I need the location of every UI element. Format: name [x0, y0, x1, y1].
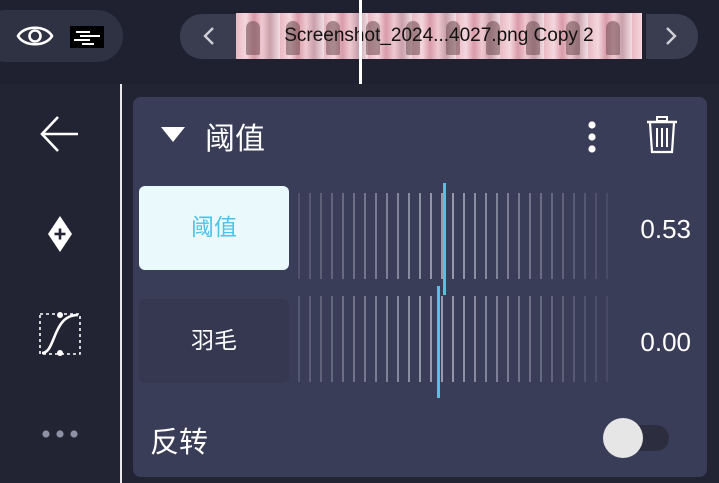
ruler-tick: [540, 296, 542, 382]
ruler-tick: [386, 296, 388, 382]
collapse-triangle-icon[interactable]: [161, 127, 185, 143]
ruler-indicator[interactable]: [436, 286, 440, 398]
ruler-tick: [419, 296, 421, 382]
layer-thumbnail: [70, 26, 104, 48]
ruler-tick: [496, 193, 498, 279]
ruler-tick: [474, 193, 476, 279]
feather-ruler-slider[interactable]: [298, 286, 608, 398]
ruler-tick: [430, 296, 432, 382]
ruler-tick: [485, 193, 487, 279]
ruler-tick: [452, 193, 454, 279]
ruler-tick: [320, 193, 322, 279]
more-vertical-icon[interactable]: [580, 117, 604, 157]
ruler-tick: [463, 296, 465, 382]
ruler-tick: [408, 193, 410, 279]
ruler-tick: [309, 296, 311, 382]
ruler-tick: [397, 193, 399, 279]
ellipsis-icon[interactable]: [30, 404, 90, 464]
ruler-tick: [430, 193, 432, 279]
ruler-indicator[interactable]: [442, 183, 446, 295]
ruler-tick: [584, 193, 586, 279]
ruler-tick: [397, 296, 399, 382]
ruler-tick: [606, 296, 608, 382]
ruler-tick: [485, 296, 487, 382]
chevron-right-icon: [666, 27, 677, 45]
ruler-tick: [551, 296, 553, 382]
clip-label: Screenshot_2024...4027.png Copy 2: [284, 25, 594, 46]
invert-label: 反转: [150, 425, 209, 459]
ruler-tick: [518, 296, 520, 382]
toolbar-divider: [120, 84, 122, 483]
ruler-tick: [408, 296, 410, 382]
clip-filmstrip[interactable]: Screenshot_2024...4027.png Copy 2: [236, 13, 642, 59]
ruler-tick: [562, 193, 564, 279]
ruler-tick: [551, 193, 553, 279]
timeline-playhead[interactable]: [359, 0, 362, 84]
panel-title: 阈值: [205, 122, 265, 157]
ruler-tick: [562, 296, 564, 382]
arrow-left-icon[interactable]: [30, 104, 90, 164]
ruler-tick: [419, 193, 421, 279]
param-feather-button[interactable]: 羽毛: [139, 299, 289, 383]
ruler-tick: [441, 296, 443, 382]
ruler-tick: [606, 193, 608, 279]
layer-toggle-pill[interactable]: [0, 10, 123, 62]
toggle-knob: [603, 418, 643, 458]
trash-icon[interactable]: [645, 115, 679, 155]
threshold-ruler-slider[interactable]: [298, 183, 608, 295]
ruler-tick: [309, 193, 311, 279]
ruler-tick: [342, 296, 344, 382]
ruler-tick: [573, 296, 575, 382]
ruler-tick: [364, 193, 366, 279]
ruler-tick: [463, 193, 465, 279]
ruler-tick: [298, 296, 300, 382]
ruler-tick: [595, 193, 597, 279]
ruler-tick: [529, 193, 531, 279]
param-threshold-button[interactable]: 阈值: [139, 186, 289, 270]
ruler-tick: [320, 296, 322, 382]
threshold-panel: 阈值 阈值 0.53 羽毛 0.00 反转: [133, 97, 707, 477]
prev-clip-button[interactable]: [180, 14, 238, 59]
eye-icon[interactable]: [16, 21, 54, 51]
next-clip-button[interactable]: [646, 14, 698, 59]
ruler-tick: [496, 296, 498, 382]
ruler-tick: [364, 296, 366, 382]
ruler-tick: [595, 296, 597, 382]
ruler-tick: [529, 296, 531, 382]
left-toolbar: [0, 84, 120, 483]
curve-icon[interactable]: [30, 304, 90, 364]
ruler-tick: [507, 193, 509, 279]
threshold-value: 0.53: [640, 214, 691, 244]
diamond-plus-icon[interactable]: [30, 204, 90, 264]
ruler-tick: [474, 296, 476, 382]
chevron-left-icon: [203, 27, 214, 45]
ruler-tick: [353, 296, 355, 382]
feather-value: 0.00: [640, 327, 691, 357]
ruler-tick: [386, 193, 388, 279]
ruler-tick: [331, 193, 333, 279]
invert-toggle[interactable]: [603, 418, 669, 458]
ruler-tick: [353, 193, 355, 279]
ruler-tick: [375, 296, 377, 382]
ruler-tick: [342, 193, 344, 279]
ruler-tick: [573, 193, 575, 279]
ruler-tick: [298, 193, 300, 279]
ruler-tick: [331, 296, 333, 382]
ruler-tick: [540, 193, 542, 279]
ruler-tick: [452, 296, 454, 382]
top-bar: Screenshot_2024...4027.png Copy 2: [0, 0, 719, 84]
ruler-tick: [584, 296, 586, 382]
ruler-tick: [518, 193, 520, 279]
ruler-tick: [507, 296, 509, 382]
ruler-tick: [375, 193, 377, 279]
